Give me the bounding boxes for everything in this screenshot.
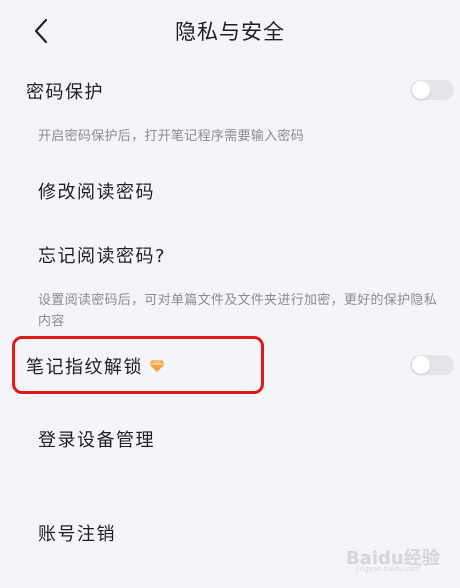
- account-cancel-label: 账号注销: [38, 524, 116, 545]
- toggle-knob: [412, 81, 430, 99]
- password-protection-description: 开启密码保护后，打开笔记程序需要输入密码: [38, 129, 305, 144]
- device-management-label: 登录设备管理: [38, 430, 155, 451]
- forgot-read-password-label: 忘记阅读密码?: [38, 246, 167, 267]
- baidu-watermark: Baidu经验 jingyan.baidu.com: [342, 544, 442, 574]
- forgot-read-password-row[interactable]: 忘记阅读密码?: [0, 234, 460, 278]
- read-password-description: 设置阅读密码后，可对单篇文件及文件夹进行加密，更好的保护隐私内容: [38, 293, 438, 329]
- password-protection-toggle[interactable]: [410, 80, 454, 100]
- toggle-knob: [412, 356, 430, 374]
- watermark-subtext: jingyan.baidu.com: [356, 565, 421, 573]
- fingerprint-unlock-toggle[interactable]: [410, 355, 454, 375]
- fingerprint-unlock-label-wrap: 笔记指纹解锁: [26, 353, 165, 379]
- page-title: 隐私与安全: [175, 20, 285, 44]
- header-bar: 隐私与安全: [0, 0, 460, 60]
- change-read-password-row[interactable]: 修改阅读密码: [0, 170, 460, 214]
- privacy-security-screen: 隐私与安全 密码保护 开启密码保护后，打开笔记程序需要输入密码 修改阅读密码 忘…: [0, 0, 460, 588]
- device-management-row[interactable]: 登录设备管理: [0, 418, 460, 462]
- fingerprint-unlock-label: 笔记指纹解锁: [26, 357, 143, 378]
- password-protection-row[interactable]: 密码保护: [0, 70, 460, 110]
- vip-diamond-icon: [149, 360, 165, 372]
- fingerprint-unlock-row[interactable]: 笔记指纹解锁: [0, 344, 460, 386]
- change-read-password-label: 修改阅读密码: [38, 182, 155, 203]
- password-protection-label: 密码保护: [26, 82, 104, 103]
